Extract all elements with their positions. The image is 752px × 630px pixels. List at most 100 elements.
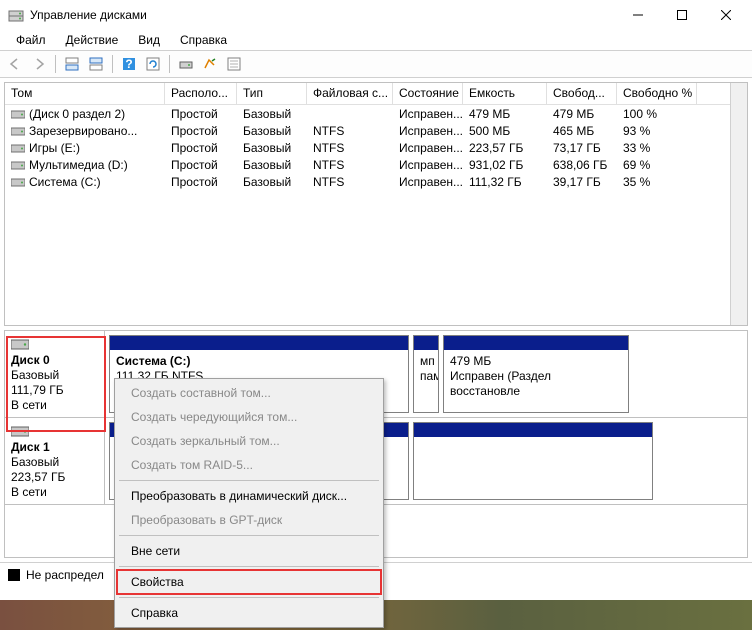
volume-type: Базовый xyxy=(237,175,307,189)
disk-size: 111,79 ГБ xyxy=(11,383,100,398)
view-bottom-button[interactable] xyxy=(85,53,107,75)
legend-swatch-unallocated xyxy=(8,569,20,581)
menu-file[interactable]: Файл xyxy=(6,31,56,49)
partition-stripe xyxy=(414,336,438,350)
volume-name: Зарезервировано... xyxy=(29,124,137,138)
col-status[interactable]: Состояние xyxy=(393,83,463,104)
context-separator xyxy=(119,597,379,598)
volume-capacity: 223,57 ГБ xyxy=(463,141,547,155)
list-button[interactable] xyxy=(223,53,245,75)
svg-text:?: ? xyxy=(125,57,132,71)
legend-unallocated: Не распредел xyxy=(26,568,104,582)
volume-status: Исправен... xyxy=(393,107,463,121)
table-row[interactable]: Система (C:)ПростойБазовыйNTFSИсправен..… xyxy=(5,173,730,190)
volume-freepct: 100 % xyxy=(617,107,697,121)
table-row[interactable]: Мультимедиа (D:)ПростойБазовыйNTFSИсправ… xyxy=(5,156,730,173)
forward-button xyxy=(28,53,50,75)
disk-size: 223,57 ГБ xyxy=(11,470,100,485)
volume-status: Исправен... xyxy=(393,175,463,189)
options-button[interactable] xyxy=(199,53,221,75)
volume-name: Игры (E:) xyxy=(29,141,80,155)
volume-fs: NTFS xyxy=(307,158,393,172)
menu-view[interactable]: Вид xyxy=(128,31,170,49)
table-row[interactable]: Зарезервировано...ПростойБазовыйNTFSИспр… xyxy=(5,122,730,139)
volume-icon xyxy=(11,177,25,187)
back-button xyxy=(4,53,26,75)
close-button[interactable] xyxy=(704,0,748,30)
context-menu: Создать составной том...Создать чередующ… xyxy=(114,378,384,628)
view-top-button[interactable] xyxy=(61,53,83,75)
partition-sub2: Исправен (Раздел восстановле xyxy=(450,369,622,399)
col-fs[interactable]: Файловая с... xyxy=(307,83,393,104)
partition[interactable]: мп памя xyxy=(413,335,439,413)
menubar: Файл Действие Вид Справка xyxy=(0,30,752,50)
minimize-button[interactable] xyxy=(616,0,660,30)
disk-type: Базовый xyxy=(11,368,100,383)
volume-layout: Простой xyxy=(165,124,237,138)
volume-freepct: 35 % xyxy=(617,175,697,189)
context-item[interactable]: Свойства xyxy=(117,570,381,594)
context-item[interactable]: Справка xyxy=(117,601,381,625)
volume-capacity: 111,32 ГБ xyxy=(463,175,547,189)
volume-table: Том Располо... Тип Файловая с... Состоян… xyxy=(4,82,748,326)
highlight-properties xyxy=(116,569,382,595)
context-item: Преобразовать в GPT-диск xyxy=(117,508,381,532)
col-capacity[interactable]: Емкость xyxy=(463,83,547,104)
menu-help[interactable]: Справка xyxy=(170,31,237,49)
partition[interactable]: 479 МБИсправен (Раздел восстановле xyxy=(443,335,629,413)
window-title: Управление дисками xyxy=(30,8,616,22)
col-volume[interactable]: Том xyxy=(5,83,165,104)
context-separator xyxy=(119,535,379,536)
volume-status: Исправен... xyxy=(393,141,463,155)
volume-freepct: 93 % xyxy=(617,124,697,138)
volume-name: (Диск 0 раздел 2) xyxy=(29,107,125,121)
volume-freepct: 69 % xyxy=(617,158,697,172)
col-type[interactable]: Тип xyxy=(237,83,307,104)
volume-free: 479 МБ xyxy=(547,107,617,121)
disk-info[interactable]: Диск 1Базовый223,57 ГБВ сети xyxy=(5,418,105,504)
titlebar: Управление дисками xyxy=(0,0,752,30)
volume-name: Мультимедиа (D:) xyxy=(29,158,128,172)
volume-layout: Простой xyxy=(165,141,237,155)
volume-layout: Простой xyxy=(165,175,237,189)
help-button[interactable]: ? xyxy=(118,53,140,75)
table-row[interactable]: (Диск 0 раздел 2)ПростойБазовыйИсправен.… xyxy=(5,105,730,122)
volume-type: Базовый xyxy=(237,107,307,121)
context-separator xyxy=(119,480,379,481)
col-layout[interactable]: Располо... xyxy=(165,83,237,104)
disk-status: В сети xyxy=(11,398,100,413)
context-separator xyxy=(119,566,379,567)
menu-action[interactable]: Действие xyxy=(56,31,129,49)
volume-name: Система (C:) xyxy=(29,175,101,189)
maximize-button[interactable] xyxy=(660,0,704,30)
context-item: Создать том RAID-5... xyxy=(117,453,381,477)
volume-layout: Простой xyxy=(165,158,237,172)
refresh-button[interactable] xyxy=(142,53,164,75)
disk-status: В сети xyxy=(11,485,100,500)
app-icon xyxy=(8,7,24,23)
volume-free: 465 МБ xyxy=(547,124,617,138)
disk-info[interactable]: Диск 0Базовый111,79 ГБВ сети xyxy=(5,331,105,417)
volume-fs: NTFS xyxy=(307,124,393,138)
context-item[interactable]: Преобразовать в динамический диск... xyxy=(117,484,381,508)
table-scrollbar[interactable] xyxy=(730,83,747,325)
disk-button[interactable] xyxy=(175,53,197,75)
volume-status: Исправен... xyxy=(393,124,463,138)
volume-fs: NTFS xyxy=(307,141,393,155)
toolbar: ? xyxy=(0,50,752,78)
col-freepct[interactable]: Свободно % xyxy=(617,83,697,104)
context-item[interactable]: Вне сети xyxy=(117,539,381,563)
volume-type: Базовый xyxy=(237,158,307,172)
partition-stripe xyxy=(110,336,408,350)
partition-stripe xyxy=(444,336,628,350)
col-free[interactable]: Свобод... xyxy=(547,83,617,104)
context-item: Создать чередующийся том... xyxy=(117,405,381,429)
volume-free: 39,17 ГБ xyxy=(547,175,617,189)
volume-capacity: 479 МБ xyxy=(463,107,547,121)
table-row[interactable]: Игры (E:)ПростойБазовыйNTFSИсправен...22… xyxy=(5,139,730,156)
volume-capacity: 931,02 ГБ xyxy=(463,158,547,172)
partition-stripe xyxy=(414,423,652,437)
volume-free: 638,06 ГБ xyxy=(547,158,617,172)
partition[interactable] xyxy=(413,422,653,500)
partition-label: Система (C:) xyxy=(116,354,402,369)
